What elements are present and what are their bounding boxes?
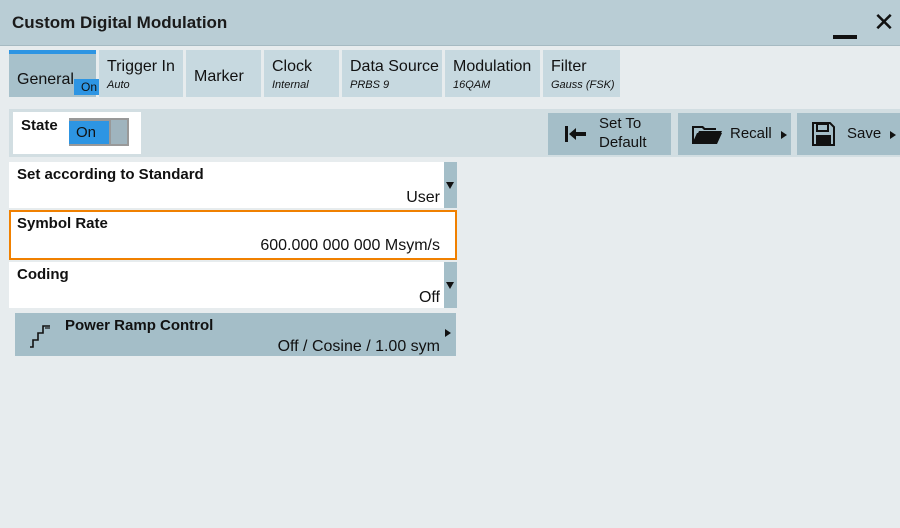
power-ramp-value: Off / Cosine / 1.00 sym	[277, 338, 440, 355]
set-to-default-line2: Default	[599, 134, 647, 151]
coding-dropdown[interactable]: Coding Off	[9, 262, 457, 308]
dropdown-handle	[444, 162, 457, 208]
set-to-default-line1: Set To	[599, 115, 642, 132]
tab-modulation-label: Modulation	[453, 58, 532, 75]
ramp-icon	[30, 325, 50, 348]
tab-clock-value: Internal	[272, 79, 309, 91]
close-icon[interactable]: ✕	[871, 7, 897, 37]
dropdown-handle	[444, 262, 457, 308]
tab-data-source[interactable]: Data Source PRBS 9	[342, 50, 442, 97]
tab-modulation[interactable]: Modulation 16QAM	[445, 50, 540, 97]
tab-clock-label: Clock	[272, 58, 313, 75]
symbol-rate-field[interactable]: Symbol Rate 600.000 000 000 Msym/s	[9, 210, 457, 260]
symbol-rate-value: 600.000 000 000 Msym/s	[260, 237, 440, 254]
tab-filter-label: Filter	[551, 58, 587, 75]
save-label: Save	[847, 125, 882, 142]
chevron-right-icon	[781, 131, 787, 139]
tab-marker[interactable]: Marker	[186, 50, 261, 97]
toggle-knob	[111, 120, 127, 144]
tab-trigger-in-value: Auto	[107, 79, 130, 91]
chevron-right-icon	[445, 329, 451, 337]
arrow-to-left-icon	[565, 126, 586, 142]
tab-bar: General On Trigger In Auto Marker Clock …	[0, 46, 900, 101]
folder-icon	[692, 126, 722, 144]
tab-filter-value: Gauss (FSK)	[551, 79, 615, 91]
tab-filter[interactable]: Filter Gauss (FSK)	[543, 50, 620, 97]
tab-general[interactable]: General On	[9, 50, 104, 97]
save-button[interactable]: Save	[797, 113, 900, 155]
power-ramp-control-button[interactable]: Power Ramp Control Off / Cosine / 1.00 s…	[15, 313, 456, 356]
tab-trigger-in-label: Trigger In	[107, 58, 175, 75]
symbol-rate-label: Symbol Rate	[17, 215, 108, 232]
tab-modulation-value: 16QAM	[453, 79, 491, 91]
window-title: Custom Digital Modulation	[12, 13, 228, 32]
title-bar: Custom Digital Modulation ✕	[0, 0, 900, 46]
recall-button[interactable]: Recall	[678, 113, 791, 155]
standard-value: User	[406, 189, 440, 206]
set-to-default-button[interactable]: Set To Default	[548, 113, 671, 155]
state-toggle-value: On	[69, 121, 109, 144]
tab-marker-label: Marker	[194, 68, 244, 85]
tab-trigger-in[interactable]: Trigger In Auto	[99, 50, 183, 97]
standard-label: Set according to Standard	[17, 166, 204, 183]
tab-clock[interactable]: Clock Internal	[264, 50, 339, 97]
tab-data-source-label: Data Source	[350, 58, 439, 75]
state-toggle[interactable]: On	[69, 118, 129, 146]
chevron-down-icon	[446, 182, 454, 189]
coding-value: Off	[418, 289, 440, 306]
power-ramp-label: Power Ramp Control	[65, 317, 214, 334]
tab-data-source-value: PRBS 9	[350, 79, 390, 91]
minimize-icon[interactable]	[833, 35, 857, 39]
chevron-down-icon	[446, 282, 454, 289]
recall-label: Recall	[730, 125, 772, 142]
tab-general-label: General	[17, 71, 74, 88]
floppy-disk-icon	[812, 122, 835, 146]
state-label: State	[21, 117, 58, 134]
coding-label: Coding	[17, 266, 69, 283]
standard-dropdown[interactable]: Set according to Standard User	[9, 162, 457, 208]
chevron-right-icon	[890, 131, 896, 139]
